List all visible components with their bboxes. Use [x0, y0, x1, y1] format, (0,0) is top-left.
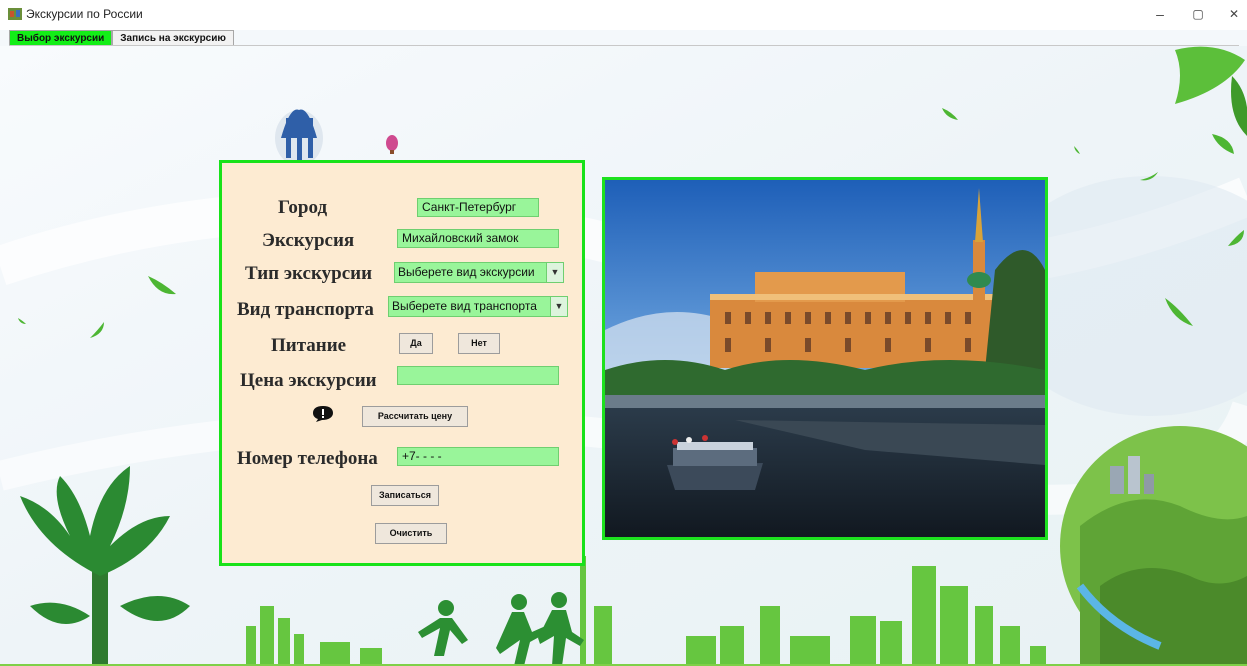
excursion-type-select[interactable]: Выберете вид экскурсии ▼	[394, 262, 564, 283]
price-field[interactable]	[397, 366, 559, 385]
submit-button[interactable]: Записаться	[371, 485, 439, 506]
calculate-price-button[interactable]: Рассчитать цену	[362, 406, 468, 427]
tab-bar: Выбор экскурсии Запись на экскурсию	[9, 30, 234, 45]
food-yes-button[interactable]: Да	[399, 333, 433, 354]
window-title: Экскурсии по России	[26, 7, 143, 21]
chevron-down-icon[interactable]: ▼	[550, 297, 567, 316]
clear-button[interactable]: Очистить	[375, 523, 447, 544]
app-icon	[8, 8, 22, 20]
boat	[667, 435, 763, 490]
tab-choose-excursion[interactable]: Выбор экскурсии	[9, 30, 113, 45]
price-label: Цена экскурсии	[240, 370, 377, 391]
booking-form-panel: Город Санкт-Петербург Экскурсия Михайлов…	[219, 160, 585, 566]
hot-air-balloon-icon	[275, 109, 323, 166]
tab-book-excursion[interactable]: Запись на экскурсию	[112, 30, 234, 45]
excursion-label: Экскурсия	[262, 230, 355, 251]
excursion-type-value: Выберете вид экскурсии	[398, 265, 535, 279]
transport-value: Выберете вид транспорта	[392, 299, 537, 313]
chevron-down-icon[interactable]: ▼	[546, 263, 563, 282]
transport-label: Вид транспорта	[237, 299, 374, 320]
food-label: Питание	[271, 335, 347, 356]
phone-label: Номер телефона	[237, 448, 378, 469]
exclamation-bubble-icon[interactable]	[312, 405, 334, 423]
food-no-button[interactable]: Нет	[458, 333, 500, 354]
title-bar: Экскурсии по России – ▢ ✕	[0, 0, 1247, 30]
city-label: Город	[278, 197, 328, 218]
minimize-button[interactable]: –	[1140, 3, 1180, 25]
transport-select[interactable]: Выберете вид транспорта ▼	[388, 296, 568, 317]
mikhailovsky-castle-image	[605, 180, 1045, 537]
close-button[interactable]: ✕	[1214, 3, 1247, 25]
phone-field[interactable]: +7- - - -	[397, 447, 559, 466]
excursion-field[interactable]: Михайловский замок	[397, 229, 559, 248]
maximize-button[interactable]: ▢	[1178, 3, 1218, 25]
excursion-type-label: Тип экскурсии	[245, 263, 373, 284]
excursion-photo	[602, 177, 1048, 540]
city-field[interactable]: Санкт-Петербург	[417, 198, 539, 217]
